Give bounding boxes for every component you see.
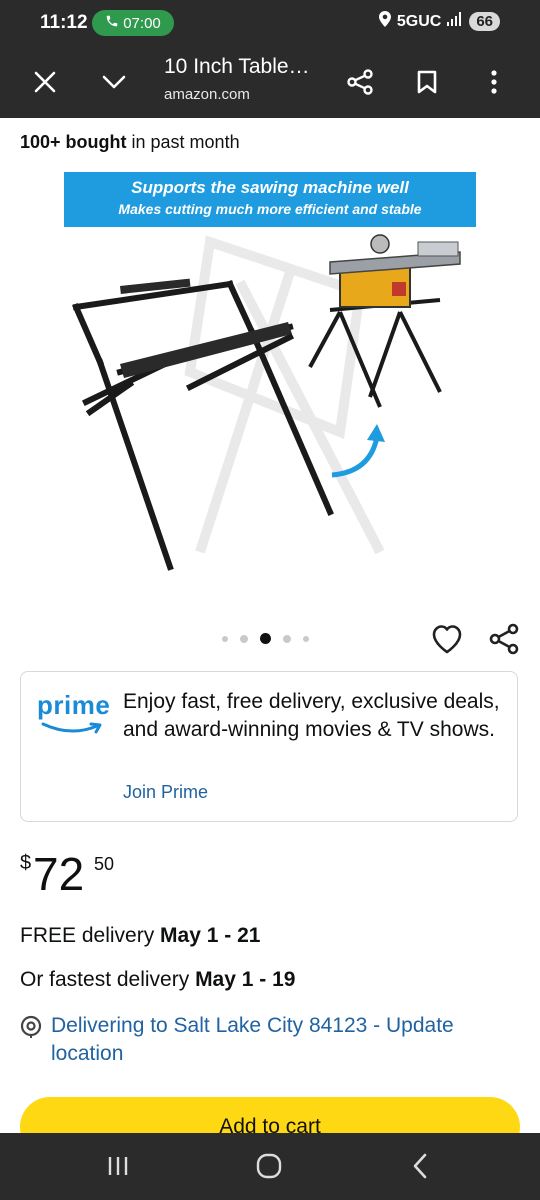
prime-smile-icon xyxy=(41,722,102,734)
fastest-delivery-dates: May 1 - 19 xyxy=(195,968,296,991)
status-time: 11:12 xyxy=(40,12,88,33)
fastest-delivery-label: Or fastest delivery xyxy=(20,968,196,991)
recent-apps-icon[interactable] xyxy=(98,1151,138,1181)
heart-icon[interactable] xyxy=(431,624,463,659)
join-prime-link[interactable]: Join Prime xyxy=(123,782,208,803)
carousel-dot[interactable] xyxy=(240,634,248,643)
bought-in-past-month: 100+ bought in past month xyxy=(20,132,240,153)
home-icon[interactable] xyxy=(249,1151,289,1181)
update-location-link[interactable]: Delivering to Salt Lake City 84123 - Upd… xyxy=(51,1012,521,1068)
price-currency: $ xyxy=(20,852,32,874)
call-timer: 07:00 xyxy=(123,14,161,32)
location-pin-icon xyxy=(20,1015,42,1044)
bought-suffix: in past month xyxy=(126,132,240,152)
close-icon[interactable] xyxy=(23,60,67,104)
battery-badge: 66 xyxy=(469,12,500,31)
browser-toolbar: 10 Inch Table… amazon.com xyxy=(0,46,540,118)
carousel-dot[interactable] xyxy=(303,635,309,642)
more-options-icon[interactable] xyxy=(472,60,516,104)
fastest-delivery-line: Or fastest delivery May 1 - 19 xyxy=(20,968,295,992)
prime-description: Enjoy fast, free delivery, exclusive dea… xyxy=(123,690,500,741)
share-icon[interactable] xyxy=(338,60,382,104)
status-icons: 5GUC 66 xyxy=(378,11,500,32)
carousel-dot[interactable] xyxy=(222,635,228,642)
chevron-down-icon[interactable] xyxy=(92,60,136,104)
signal-icon xyxy=(447,12,463,31)
carousel-dot[interactable] xyxy=(283,634,291,643)
system-navigation-bar xyxy=(0,1133,540,1200)
page-domain: amazon.com xyxy=(164,86,250,103)
bookmark-icon[interactable] xyxy=(405,60,449,104)
location-pin-icon xyxy=(378,11,391,32)
back-icon[interactable] xyxy=(400,1151,440,1181)
table-saw-stand-illustration xyxy=(72,234,461,571)
free-delivery-dates: May 1 - 21 xyxy=(160,924,261,947)
network-label: 5GUC xyxy=(396,12,442,30)
free-delivery-line: FREE delivery May 1 - 21 xyxy=(20,924,260,948)
image-carousel-dots[interactable] xyxy=(222,633,309,644)
product-image[interactable]: Supports the sawing machine well Makes c… xyxy=(40,172,500,582)
prime-logo: prime xyxy=(37,690,113,740)
share-icon[interactable] xyxy=(488,623,520,660)
carousel-dot-active[interactable] xyxy=(260,633,271,644)
free-delivery-label: FREE delivery xyxy=(20,924,161,947)
price-fraction: 50 xyxy=(94,854,115,874)
prime-promo-card: prime Enjoy fast, free delivery, exclusi… xyxy=(20,671,518,822)
bought-count: 100+ bought xyxy=(20,132,127,152)
call-indicator[interactable]: 07:00 xyxy=(92,10,174,36)
phone-icon xyxy=(105,14,119,32)
prime-logo-word: prime xyxy=(37,690,111,720)
status-bar: 11:12 07:00 5GUC 66 xyxy=(0,0,540,46)
price-whole: 72 xyxy=(33,848,85,900)
page-title: 10 Inch Table… xyxy=(164,55,310,78)
